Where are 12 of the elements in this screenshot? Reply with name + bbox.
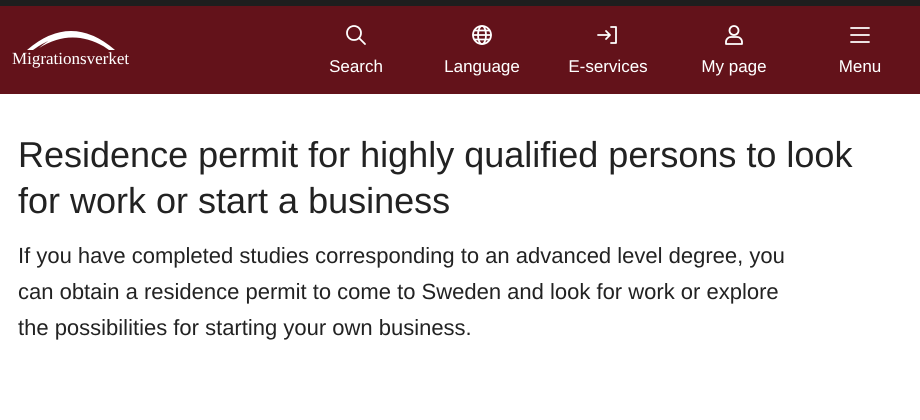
person-icon — [722, 23, 746, 47]
page-title: Residence permit for highly qualified persons to look for work or start a business — [18, 133, 854, 223]
intro-paragraph: If you have completed studies corresponding to an advanced level degree, you can obtain a residence permit to come to Sweden and look for work or explore the possibilities for starting your own business. — [18, 242, 786, 342]
globe-icon — [470, 23, 494, 47]
nav-button[interactable]: My page — [671, 23, 797, 77]
sign-in-icon — [596, 23, 620, 47]
nav-button[interactable]: E-services — [545, 23, 671, 77]
nav-button[interactable]: Search — [293, 23, 419, 77]
nav-button[interactable]: Language — [419, 23, 545, 77]
logo-text[interactable]: Migrationsverket — [12, 50, 130, 68]
nav-button[interactable]: Menu — [797, 23, 920, 77]
search-icon — [344, 23, 368, 47]
